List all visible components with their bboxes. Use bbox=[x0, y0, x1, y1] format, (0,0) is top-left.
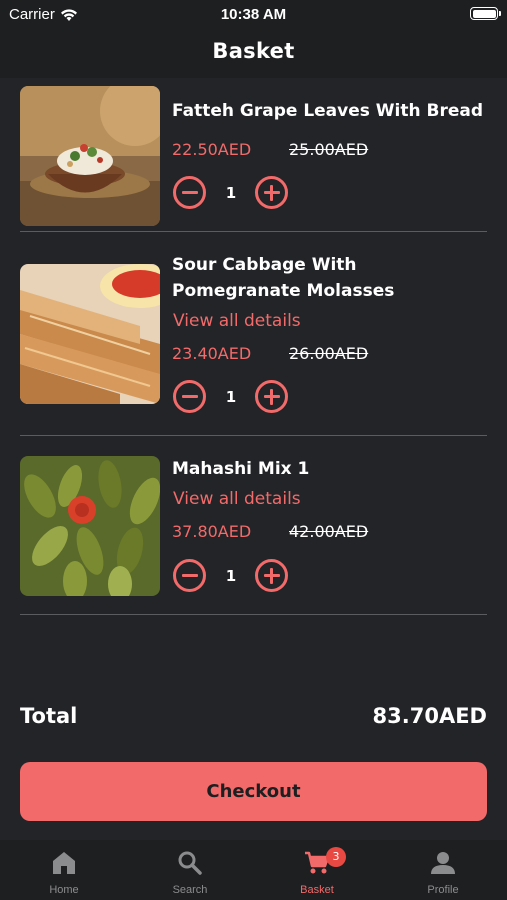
total-label: Total bbox=[20, 704, 78, 728]
person-icon bbox=[431, 852, 455, 874]
item-old-price: 42.00AED bbox=[289, 522, 369, 541]
tab-basket[interactable]: 3 Basket bbox=[254, 840, 380, 900]
minus-icon bbox=[181, 574, 198, 577]
item-name: Mahashi Mix 1 bbox=[172, 459, 310, 479]
tab-bar: Home Search 3 Basket Profile bbox=[0, 840, 507, 900]
cabbage-rolls-photo-icon bbox=[20, 264, 160, 404]
total-value: 83.70AED bbox=[372, 704, 487, 728]
item-quantity: 1 bbox=[225, 388, 237, 406]
decrease-quantity-button[interactable] bbox=[173, 176, 206, 209]
item-quantity: 1 bbox=[225, 184, 237, 202]
food-image[interactable] bbox=[20, 264, 160, 404]
tab-search[interactable]: Search bbox=[127, 840, 253, 900]
battery-icon bbox=[470, 7, 501, 20]
tab-home[interactable]: Home bbox=[1, 840, 127, 900]
tab-label: Search bbox=[172, 884, 208, 896]
tab-label: Home bbox=[49, 884, 79, 896]
item-name: Sour Cabbage With bbox=[172, 255, 357, 275]
search-icon bbox=[178, 851, 202, 875]
minus-icon bbox=[181, 191, 198, 194]
basket-item: Mahashi Mix 1 View all details 37.80AED … bbox=[20, 436, 487, 615]
home-icon bbox=[53, 852, 75, 874]
tab-label: Profile bbox=[427, 884, 459, 896]
item-price: 22.50AED bbox=[172, 140, 252, 159]
tab-profile[interactable]: Profile bbox=[380, 840, 506, 900]
navigation-bar: Basket bbox=[0, 28, 507, 78]
item-price: 37.80AED bbox=[172, 522, 252, 541]
minus-icon bbox=[181, 395, 198, 398]
checkout-button[interactable]: Checkout bbox=[20, 762, 487, 821]
basket-item: Sour Cabbage With Pomegranate Molasses V… bbox=[20, 232, 487, 436]
increase-quantity-button[interactable] bbox=[255, 176, 288, 209]
increase-quantity-button[interactable] bbox=[255, 559, 288, 592]
cart-count-badge: 3 bbox=[326, 847, 346, 867]
fatteh-photo-icon bbox=[20, 86, 160, 226]
item-price: 23.40AED bbox=[172, 344, 252, 363]
item-name-line-2: Pomegranate Molasses bbox=[172, 281, 395, 301]
increase-quantity-button[interactable] bbox=[255, 380, 288, 413]
view-details-link[interactable]: View all details bbox=[173, 310, 301, 332]
item-old-price: 26.00AED bbox=[289, 344, 369, 363]
item-quantity: 1 bbox=[225, 567, 237, 585]
decrease-quantity-button[interactable] bbox=[173, 380, 206, 413]
item-name: Fatteh Grape Leaves With Bread bbox=[172, 101, 484, 121]
decrease-quantity-button[interactable] bbox=[173, 559, 206, 592]
mahashi-photo-icon bbox=[20, 456, 160, 596]
status-time: 10:38 AM bbox=[220, 6, 287, 23]
food-image[interactable] bbox=[20, 86, 160, 226]
page-title: Basket bbox=[212, 39, 295, 63]
total-row: Total 83.70AED bbox=[20, 704, 487, 736]
basket-item: Fatteh Grape Leaves With Bread 22.50AED … bbox=[20, 78, 487, 232]
view-details-link[interactable]: View all details bbox=[173, 488, 301, 510]
food-image[interactable] bbox=[20, 456, 160, 596]
tab-label: Basket bbox=[300, 884, 334, 896]
status-bar: Carrier 10:38 AM bbox=[0, 0, 507, 28]
item-old-price: 25.00AED bbox=[289, 140, 369, 159]
